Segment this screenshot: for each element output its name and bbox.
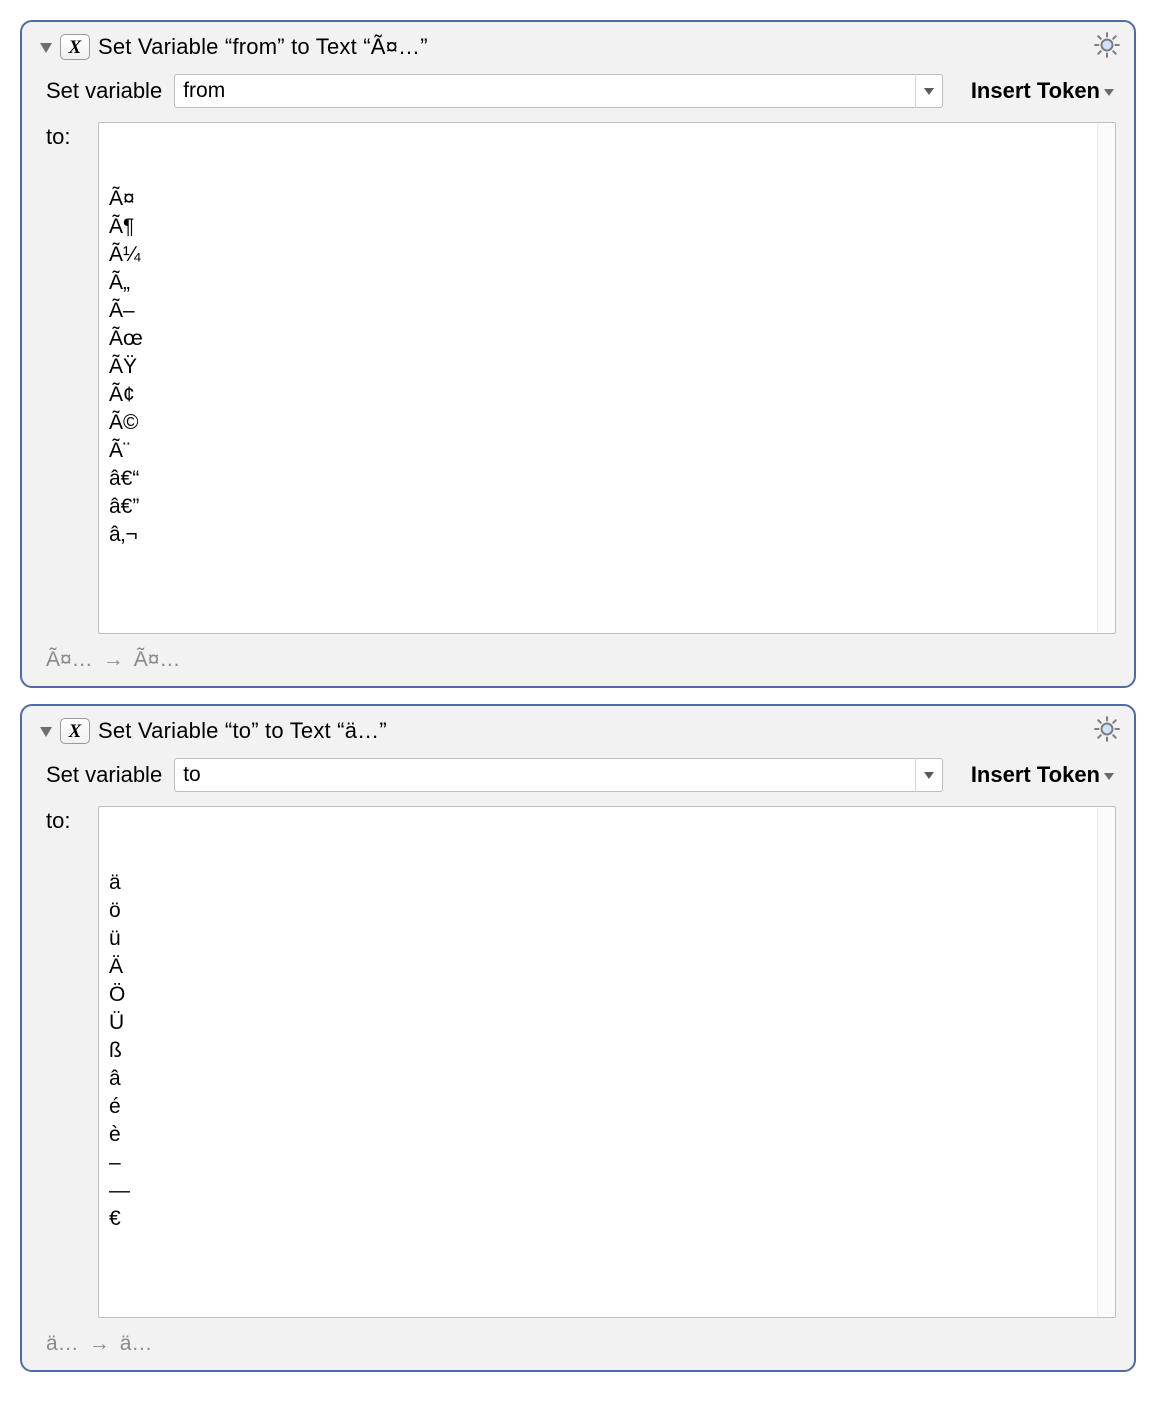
set-variable-label: Set variable — [46, 78, 162, 104]
gear-icon[interactable] — [1092, 30, 1122, 60]
chevron-down-icon — [1104, 89, 1114, 96]
action-footer: ä… → ä… — [40, 1332, 1116, 1356]
action-set-variable-to[interactable]: X Set Variable “to” to Text “ä…” Set var… — [20, 704, 1136, 1372]
action-header: X Set Variable “from” to Text “Ã¤…” — [40, 34, 1116, 60]
variable-type-icon: X — [60, 718, 90, 744]
variable-name-field-wrap — [174, 74, 943, 108]
variable-name-field-wrap — [174, 758, 943, 792]
variable-name-menu-button[interactable] — [915, 758, 943, 792]
footer-output-preview: ä… — [120, 1332, 153, 1356]
action-set-variable-from[interactable]: X Set Variable “from” to Text “Ã¤…” Set … — [20, 20, 1136, 688]
action-footer: Ã¤… → Ã¤… — [40, 648, 1116, 672]
footer-input-preview: Ã¤… — [46, 648, 93, 672]
macro-editor-canvas: X Set Variable “from” to Text “Ã¤…” Set … — [0, 0, 1156, 1408]
variable-text-content: ä ö ü Ä Ö Ü ß â é è – — € — [109, 869, 1105, 1233]
gear-icon[interactable] — [1092, 714, 1122, 744]
insert-token-button[interactable]: Insert Token — [955, 762, 1116, 788]
action-title: Set Variable “to” to Text “ä…” — [98, 718, 387, 744]
arrow-right-icon: → — [89, 1332, 110, 1356]
action-header: X Set Variable “to” to Text “ä…” — [40, 718, 1116, 744]
footer-input-preview: ä… — [46, 1332, 79, 1356]
variable-name-menu-button[interactable] — [915, 74, 943, 108]
set-variable-label: Set variable — [46, 762, 162, 788]
variable-text-area[interactable]: Ã¤ Ã¶ Ã¼ Ã„ Ã– Ãœ ÃŸ Ã¢ Ã© Ã¨ â€“ â€” â‚… — [98, 122, 1116, 634]
chevron-down-icon — [1104, 773, 1114, 780]
to-text-row: to: Ã¤ Ã¶ Ã¼ Ã„ Ã– Ãœ ÃŸ Ã¢ Ã© Ã¨ â€“ â€… — [40, 122, 1116, 634]
variable-type-icon: X — [60, 34, 90, 60]
insert-token-button[interactable]: Insert Token — [955, 78, 1116, 104]
to-label: to: — [46, 122, 86, 150]
disclosure-triangle[interactable] — [40, 43, 52, 53]
action-title: Set Variable “from” to Text “Ã¤…” — [98, 34, 428, 60]
set-variable-row: Set variable Insert Token — [40, 74, 1116, 108]
set-variable-row: Set variable Insert Token — [40, 758, 1116, 792]
disclosure-triangle[interactable] — [40, 727, 52, 737]
footer-output-preview: Ã¤… — [134, 648, 181, 672]
chevron-down-icon — [924, 772, 934, 779]
to-text-row: to: ä ö ü Ä Ö Ü ß â é è – — € — [40, 806, 1116, 1318]
arrow-right-icon: → — [103, 648, 124, 672]
to-label: to: — [46, 806, 86, 834]
insert-token-label: Insert Token — [971, 762, 1100, 788]
variable-name-input[interactable] — [174, 758, 915, 792]
variable-text-content: Ã¤ Ã¶ Ã¼ Ã„ Ã– Ãœ ÃŸ Ã¢ Ã© Ã¨ â€“ â€” â‚… — [109, 185, 1105, 549]
insert-token-label: Insert Token — [971, 78, 1100, 104]
chevron-down-icon — [924, 88, 934, 95]
variable-text-area[interactable]: ä ö ü Ä Ö Ü ß â é è – — € — [98, 806, 1116, 1318]
variable-name-input[interactable] — [174, 74, 915, 108]
